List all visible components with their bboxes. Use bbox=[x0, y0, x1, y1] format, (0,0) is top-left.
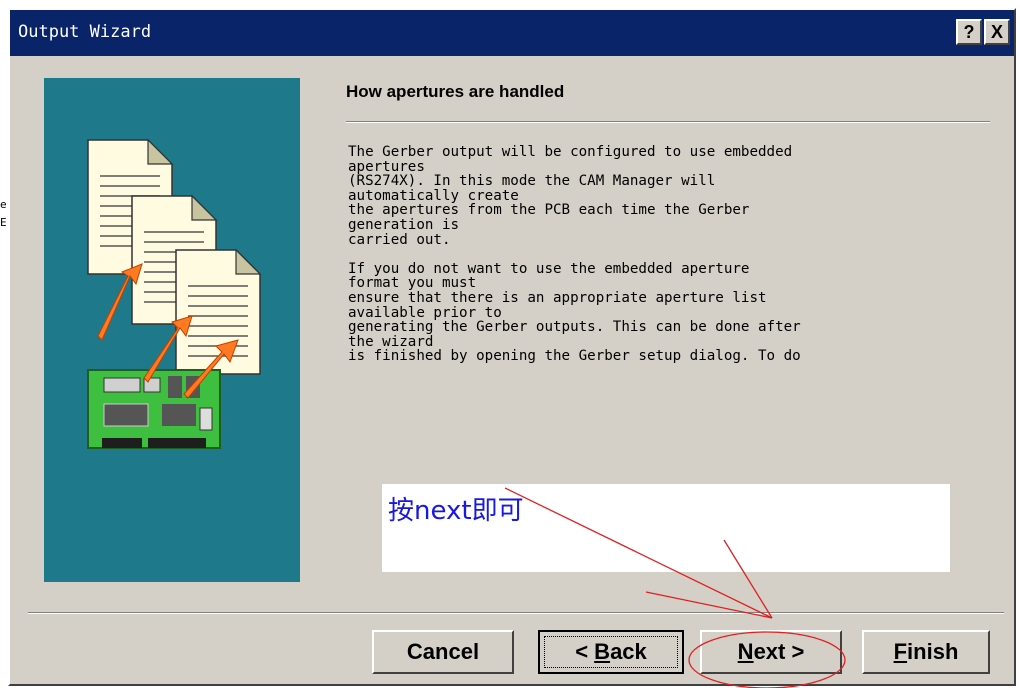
next-label: Next > bbox=[737, 639, 805, 664]
description-line: The Gerber output will be configured to … bbox=[348, 145, 793, 160]
finish-button[interactable]: Finish bbox=[862, 630, 990, 674]
help-label: ? bbox=[963, 22, 975, 42]
next-button[interactable]: Next > bbox=[700, 630, 842, 674]
heading-divider bbox=[346, 121, 990, 123]
description-line: is finished by opening the Gerber setup … bbox=[348, 348, 801, 365]
description-line: format you must bbox=[348, 275, 477, 292]
button-separator bbox=[28, 612, 1004, 614]
title-bar[interactable]: Output Wizard ? X bbox=[10, 10, 1014, 56]
page-heading: How apertures are handled bbox=[346, 82, 565, 101]
wizard-illustration bbox=[44, 78, 300, 582]
cancel-button[interactable]: Cancel bbox=[372, 630, 514, 674]
annotation-note: 按next即可 bbox=[388, 496, 524, 526]
description-line: (RS274X). In this mode the CAM Manager w… bbox=[348, 173, 716, 190]
back-label: < Back bbox=[575, 639, 647, 664]
background-edge-text-1: e bbox=[0, 198, 7, 211]
background-edge-text-2: E bbox=[0, 216, 7, 229]
description-line: If you do not want to use the embedded a… bbox=[348, 260, 750, 277]
description-line: generating the Gerber outputs. This can … bbox=[348, 319, 801, 336]
close-icon[interactable]: X bbox=[984, 19, 1010, 45]
help-icon[interactable]: ? bbox=[956, 19, 982, 45]
description-line: ensure that there is an appropriate aper… bbox=[348, 289, 767, 306]
page-description: The Gerber output will be configured to … bbox=[348, 145, 998, 467]
description-line bbox=[348, 247, 998, 262]
back-button[interactable]: < Back bbox=[538, 630, 684, 674]
description-line: automatically create bbox=[348, 187, 519, 204]
description-line: carried out. bbox=[348, 231, 451, 248]
description-line: the apertures from the PCB each time the… bbox=[348, 202, 750, 219]
description-line: available prior to bbox=[348, 304, 502, 321]
description-line: generation is bbox=[348, 216, 460, 233]
window-title: Output Wizard bbox=[18, 22, 152, 42]
finish-label: Finish bbox=[893, 639, 959, 664]
cancel-label: Cancel bbox=[406, 639, 480, 664]
description-line: apertures bbox=[348, 158, 425, 175]
document-icon-3 bbox=[175, 248, 262, 375]
document-stack-icon bbox=[87, 138, 262, 449]
description-line: the wizard bbox=[348, 333, 434, 350]
close-label: X bbox=[990, 22, 1003, 42]
